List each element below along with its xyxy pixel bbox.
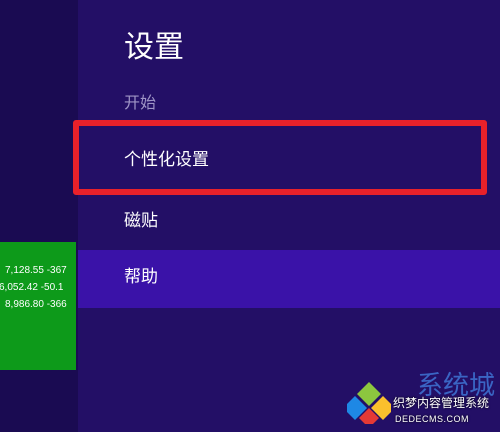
windows8-screen: 7,128.55 -367 6,052.42 -50.1 8,986.80 -3… xyxy=(0,0,500,432)
finance-tile[interactable]: 7,128.55 -367 6,052.42 -50.1 8,986.80 -3… xyxy=(0,242,76,370)
watermark: 系统城 织梦内容管理系统 DEDECMS.COM xyxy=(345,372,500,432)
help-item[interactable]: 帮助 xyxy=(78,250,500,308)
watermark-url: DEDECMS.COM xyxy=(395,414,470,424)
personalize-settings-label: 个性化设置 xyxy=(124,150,209,170)
tiles-label: 磁贴 xyxy=(124,211,158,231)
finance-ticker-row: 7,128.55 -367 xyxy=(5,265,67,276)
help-label: 帮助 xyxy=(124,267,158,287)
personalize-settings-item[interactable]: 个性化设置 xyxy=(78,135,500,185)
start-screen-strip: 7,128.55 -367 6,052.42 -50.1 8,986.80 -3… xyxy=(0,0,78,432)
finance-ticker-row: 8,986.80 -366 xyxy=(5,299,67,310)
settings-title: 设置 xyxy=(124,30,184,65)
finance-ticker-row: 6,052.42 -50.1 xyxy=(0,282,64,293)
settings-pane: 设置 开始 个性化设置 磁贴 帮助 xyxy=(78,0,500,432)
tiles-item[interactable]: 磁贴 xyxy=(78,196,500,246)
windows-logo-icon xyxy=(347,382,391,424)
settings-subtitle: 开始 xyxy=(124,93,157,112)
watermark-text: 织梦内容管理系统 xyxy=(393,396,490,410)
